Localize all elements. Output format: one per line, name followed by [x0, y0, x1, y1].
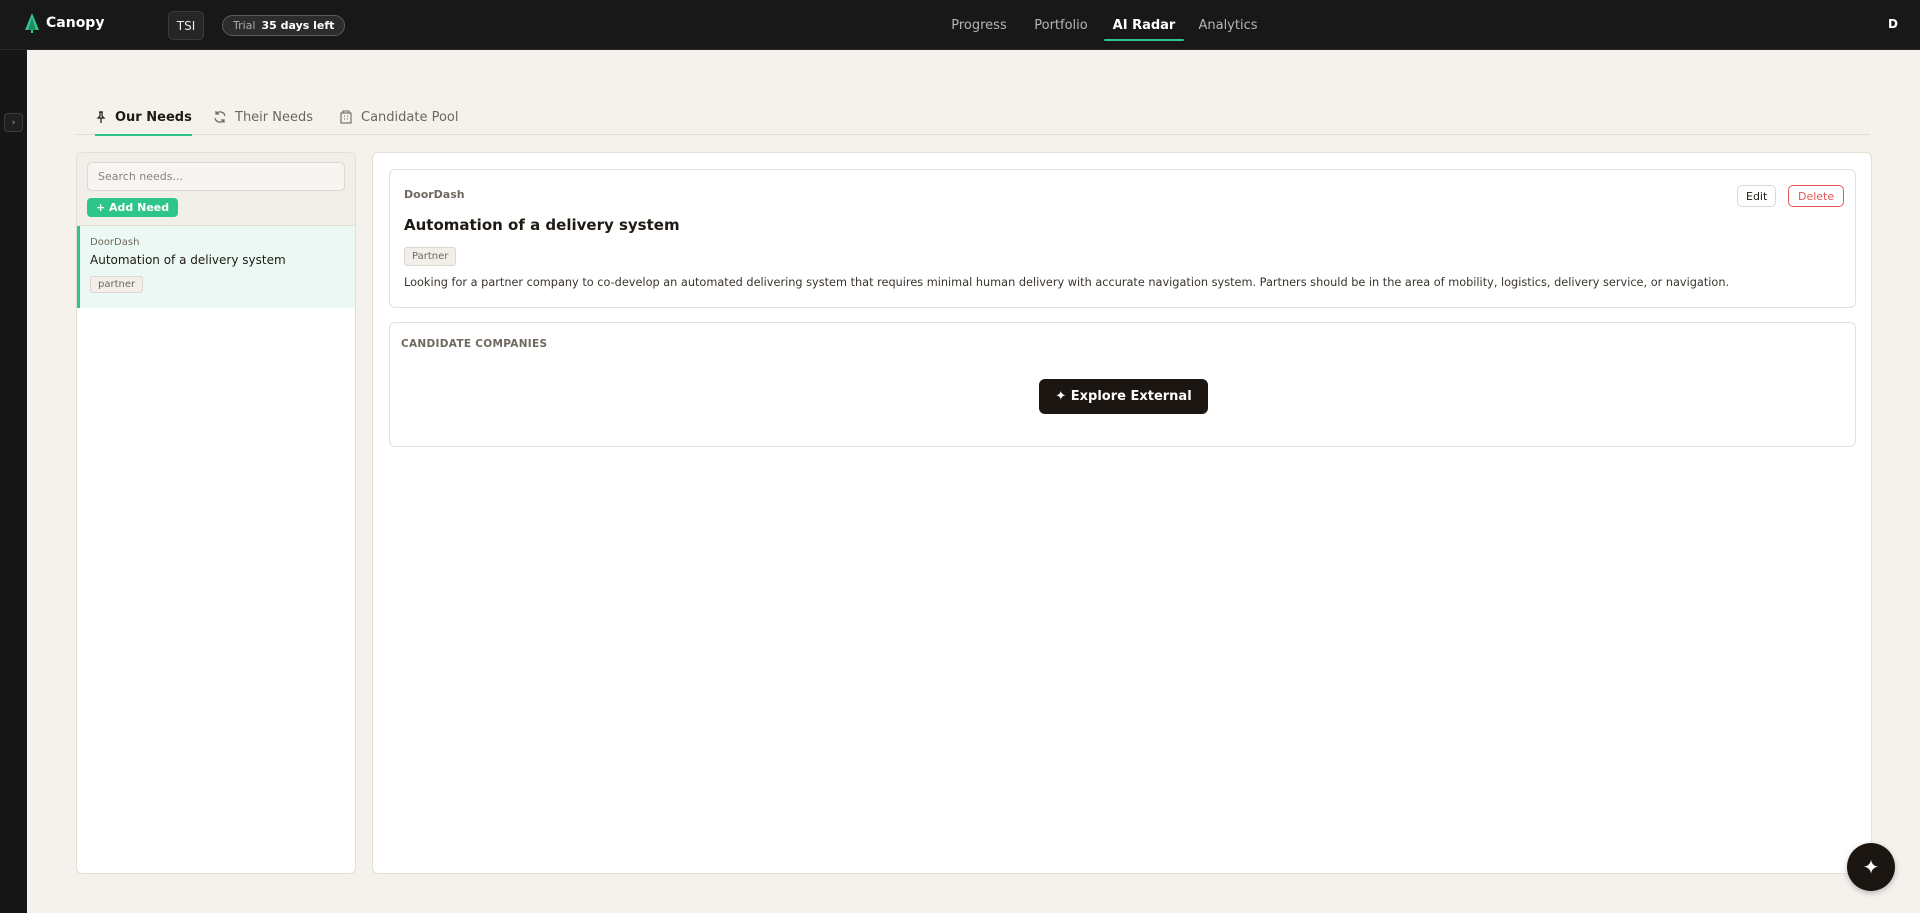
- pin-icon: [96, 110, 106, 123]
- user-avatar[interactable]: D: [1888, 17, 1898, 31]
- search-needs-input[interactable]: [87, 162, 345, 191]
- need-company: DoorDash: [90, 237, 140, 248]
- detail-company: DoorDash: [404, 188, 465, 201]
- tab-their-needs[interactable]: Their Needs: [213, 99, 313, 135]
- delete-button[interactable]: Delete: [1788, 185, 1845, 207]
- candidate-companies-card: CANDIDATE COMPANIES ✦ Explore External: [389, 322, 1856, 447]
- main-content: Our Needs Their Needs Candidate Pool + A…: [27, 50, 1920, 913]
- org-switcher[interactable]: TSI: [168, 11, 204, 40]
- tab-their-needs-label: Their Needs: [235, 109, 314, 125]
- ai-assistant-button[interactable]: ✦: [1847, 843, 1895, 891]
- detail-tag: Partner: [404, 247, 457, 266]
- list-item[interactable]: DoorDash Automation of a delivery system…: [77, 226, 355, 308]
- tab-our-needs[interactable]: Our Needs: [95, 99, 192, 136]
- nav-portfolio[interactable]: Portfolio: [1030, 0, 1092, 50]
- nav-analytics-label: Analytics: [1198, 17, 1258, 33]
- nav-analytics[interactable]: Analytics: [1196, 0, 1260, 50]
- explore-external-button[interactable]: ✦ Explore External: [1039, 379, 1208, 414]
- trial-label: Trial: [233, 19, 256, 32]
- refresh-icon: [214, 111, 226, 123]
- detail-description: Looking for a partner company to co-deve…: [404, 276, 1730, 289]
- nav-portfolio-label: Portfolio: [1034, 17, 1088, 33]
- building-icon: [340, 110, 352, 124]
- trial-remaining: 35 days left: [261, 19, 335, 32]
- tab-candidate-pool-label: Candidate Pool: [361, 109, 459, 125]
- need-detail-card: DoorDash Automation of a delivery system…: [389, 169, 1856, 308]
- detail-title: Automation of a delivery system: [404, 216, 680, 234]
- chevron-right-icon: ›: [11, 117, 16, 128]
- left-rail: ›: [0, 50, 27, 913]
- sparkle-icon: ✦: [1862, 855, 1880, 879]
- app-logo[interactable]: Canopy: [25, 13, 104, 33]
- sidebar-toggle-button[interactable]: ›: [4, 113, 23, 132]
- trial-badge[interactable]: Trial 35 days left: [222, 15, 346, 36]
- tab-our-needs-label: Our Needs: [115, 109, 192, 125]
- needs-list-header: + Add Need: [77, 153, 355, 226]
- app-name: Canopy: [46, 15, 105, 31]
- nav-progress-label: Progress: [951, 17, 1007, 33]
- tab-candidate-pool[interactable]: Candidate Pool: [339, 99, 459, 135]
- edit-button[interactable]: Edit: [1737, 185, 1777, 207]
- tree-icon: [25, 13, 39, 33]
- need-title: Automation of a delivery system: [90, 253, 286, 267]
- top-bar: Canopy TSI Trial 35 days left Progress P…: [0, 0, 1920, 50]
- need-tag: partner: [90, 276, 144, 293]
- nav-progress[interactable]: Progress: [948, 0, 1010, 50]
- needs-list-panel: + Add Need DoorDash Automation of a deli…: [76, 152, 356, 874]
- nav-ai-radar[interactable]: AI Radar: [1104, 0, 1184, 50]
- active-nav-indicator: [1104, 39, 1184, 41]
- need-detail-panel: DoorDash Automation of a delivery system…: [372, 152, 1872, 874]
- nav-ai-radar-label: AI Radar: [1112, 17, 1176, 33]
- candidate-companies-heading: CANDIDATE COMPANIES: [401, 338, 548, 350]
- add-need-button[interactable]: + Add Need: [87, 198, 179, 217]
